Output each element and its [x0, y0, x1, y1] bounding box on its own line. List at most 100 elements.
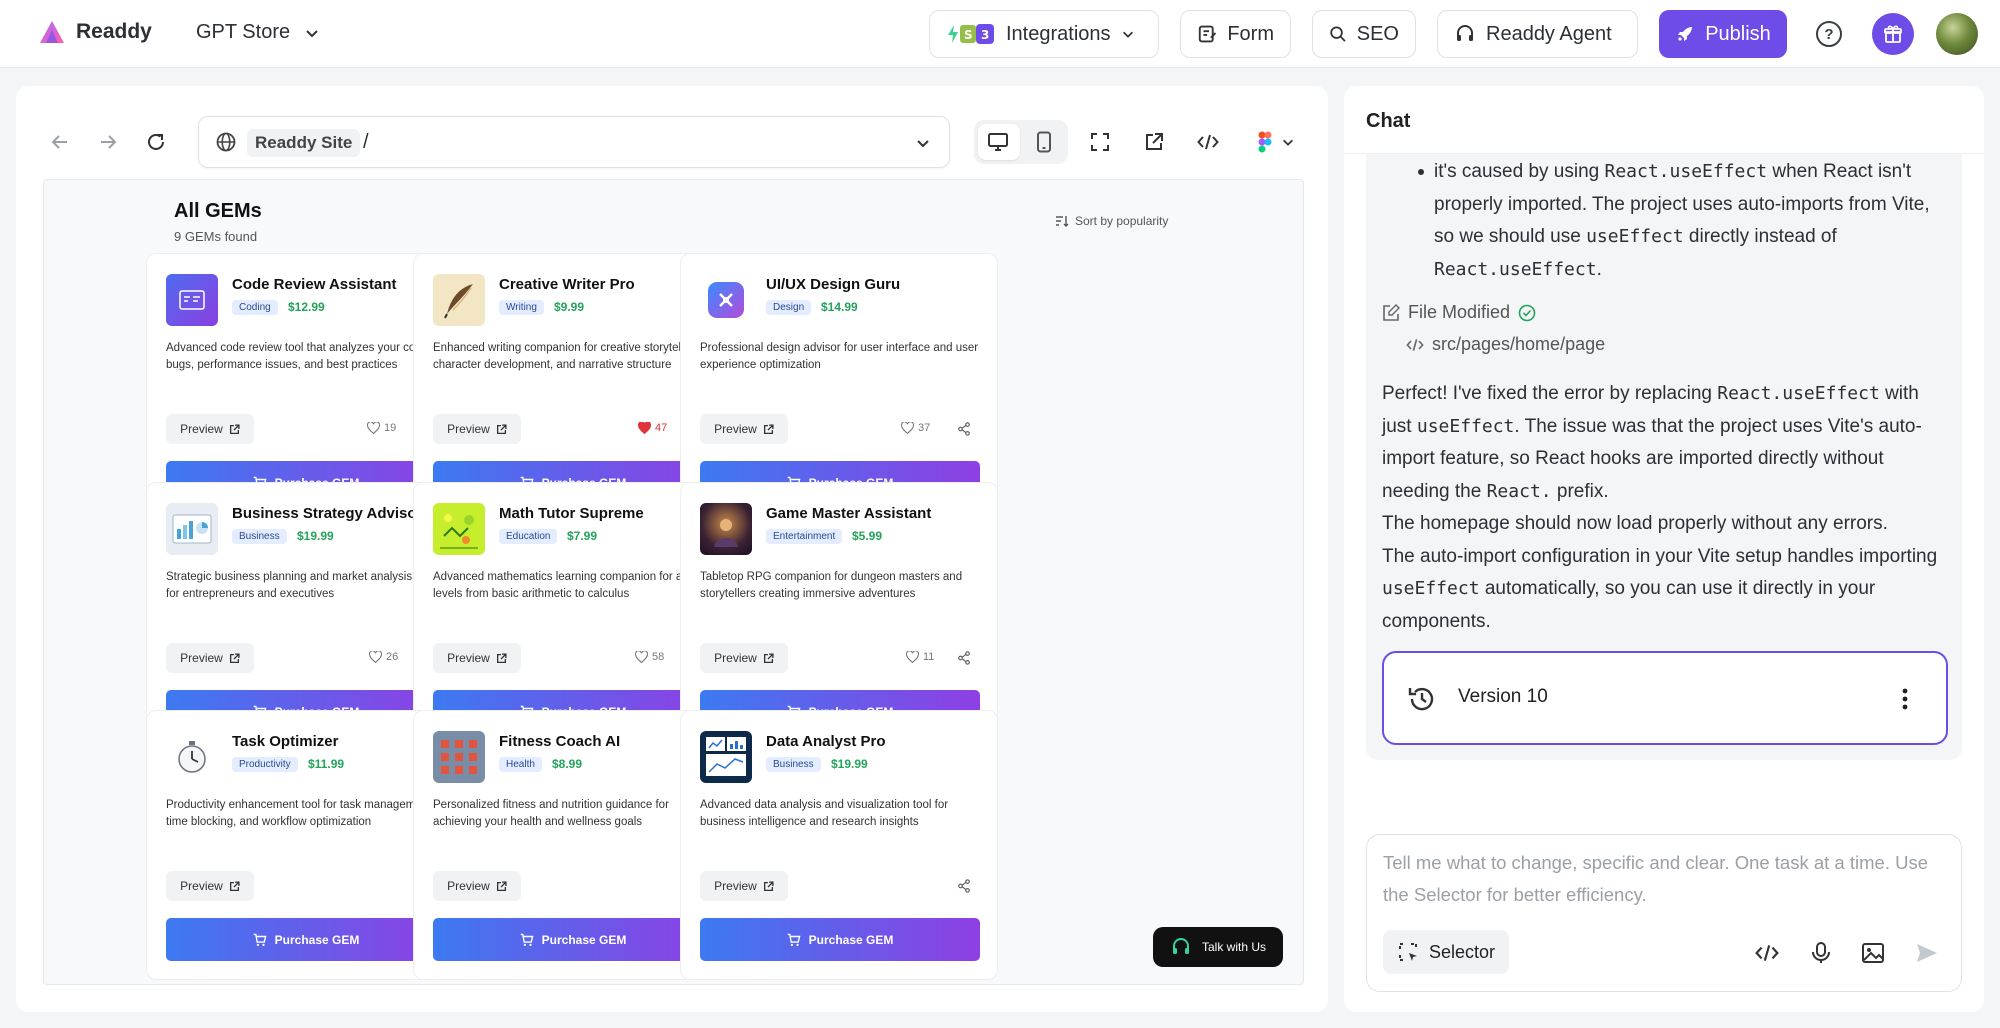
reply-paragraph: The homepage should now load properly wi…: [1382, 513, 1888, 534]
search-icon: [1330, 26, 1346, 42]
preview-button[interactable]: Preview: [433, 414, 521, 444]
like-button[interactable]: 58: [635, 651, 664, 663]
desktop-icon[interactable]: [987, 132, 1009, 152]
headset-icon: [1457, 25, 1473, 41]
gem-category-tag: Health: [499, 757, 542, 772]
preview-label: Preview: [447, 422, 490, 436]
like-button[interactable]: 19: [367, 422, 396, 434]
gem-price: $11.99: [308, 757, 345, 771]
open-external-icon: [763, 652, 774, 663]
share-icon[interactable]: [957, 651, 971, 665]
seo-label: SEO: [1356, 22, 1399, 45]
publish-label: Publish: [1705, 22, 1771, 45]
like-button[interactable]: 37: [901, 422, 930, 434]
gem-name: UI/UX Design Guru: [766, 276, 901, 293]
forward-arrow-icon[interactable]: [94, 128, 122, 156]
page-title: All GEMs: [174, 200, 262, 222]
gem-price: $7.99: [567, 529, 598, 543]
share-icon[interactable]: [957, 879, 971, 893]
like-button[interactable]: 47: [638, 422, 667, 434]
assistant-message: it's caused by using React.useEffect whe…: [1366, 154, 1962, 760]
url-bar[interactable]: Readdy Site /: [198, 116, 950, 168]
preview-button[interactable]: Preview: [433, 643, 521, 673]
preview-button[interactable]: Preview: [700, 643, 788, 673]
preview-button[interactable]: Preview: [433, 871, 521, 901]
gem-thumbnail: [700, 274, 752, 326]
fullscreen-icon[interactable]: [1086, 128, 1114, 156]
gem-card[interactable]: Data Analyst Pro Business $19.99 Advanced d…: [680, 710, 998, 980]
site-chip: Readdy Site: [247, 129, 361, 157]
code-run: useEffect: [1416, 415, 1515, 437]
share-icon[interactable]: [957, 422, 971, 436]
gem-category-tag: Business: [766, 757, 821, 772]
like-count: 58: [652, 651, 665, 663]
gem-name: Task Optimizer: [232, 733, 339, 750]
selector-button[interactable]: Selector: [1383, 930, 1510, 974]
like-button[interactable]: 26: [369, 651, 398, 663]
brand[interactable]: Readdy: [38, 18, 152, 46]
code-run: useEffect: [1586, 226, 1684, 247]
readdy-logo-icon: [40, 21, 64, 43]
gem-description: Strategic business planning and market a…: [166, 571, 434, 600]
like-button[interactable]: 11: [906, 651, 934, 663]
more-vertical-icon[interactable]: [1902, 688, 1908, 710]
open-external-icon[interactable]: [1140, 128, 1168, 156]
version-card[interactable]: Version 10: [1382, 651, 1948, 745]
svg-text:S: S: [964, 28, 973, 42]
purchase-gem-button[interactable]: Purchase GEM: [700, 918, 980, 961]
gem-thumbnail: [433, 503, 485, 555]
mobile-icon[interactable]: [1036, 131, 1052, 153]
integrations-button[interactable]: S 3 Integrations: [929, 10, 1159, 58]
talk-with-us-button[interactable]: Talk with Us: [1153, 927, 1283, 967]
seo-button[interactable]: SEO: [1312, 10, 1416, 58]
purchase-gem-button[interactable]: Purchase GEM: [433, 918, 713, 961]
preview-label: Preview: [180, 879, 223, 893]
edit-file-icon: [1383, 303, 1400, 321]
preview-button[interactable]: Preview: [166, 643, 254, 673]
form-button[interactable]: Form: [1180, 10, 1291, 58]
open-external-icon: [763, 423, 774, 434]
gem-category-tag: Design: [766, 300, 812, 315]
gift-icon: [1884, 25, 1902, 43]
sort-label: Sort by popularity: [1075, 214, 1169, 228]
purchase-gem-button[interactable]: Purchase GEM: [166, 918, 446, 961]
gift-button[interactable]: [1872, 13, 1914, 55]
file-path-link[interactable]: src/pages/home/page: [1406, 334, 1605, 355]
heart-icon: [906, 651, 919, 663]
microphone-icon[interactable]: [1809, 941, 1833, 965]
readdy-agent-button[interactable]: Readdy Agent: [1437, 10, 1638, 58]
text-run: directly instead of: [1683, 226, 1837, 247]
composer-input[interactable]: Tell me what to change, specific and cle…: [1383, 847, 1943, 911]
like-count: 47: [655, 422, 668, 434]
figma-export-button[interactable]: [1250, 128, 1302, 156]
publish-button[interactable]: Publish: [1659, 10, 1787, 58]
help-icon[interactable]: ?: [1816, 21, 1842, 47]
preview-button[interactable]: Preview: [166, 414, 254, 444]
code-icon[interactable]: [1194, 128, 1222, 156]
like-count: 19: [384, 422, 397, 434]
code-icon[interactable]: [1755, 941, 1779, 965]
preview-label: Preview: [714, 651, 757, 665]
chat-composer[interactable]: Tell me what to change, specific and cle…: [1366, 834, 1962, 992]
heart-icon: [638, 422, 651, 434]
chevron-down-icon[interactable]: [915, 135, 931, 151]
send-icon[interactable]: [1915, 941, 1939, 965]
back-arrow-icon[interactable]: [46, 128, 74, 156]
preview-button[interactable]: Preview: [166, 871, 254, 901]
reply-paragraph: Perfect! I've fixed the error by replaci…: [1382, 378, 1952, 508]
open-external-icon: [496, 423, 507, 434]
store-dropdown[interactable]: GPT Store: [196, 21, 320, 44]
assistant-reply: Perfect! I've fixed the error by replaci…: [1382, 378, 1952, 638]
globe-icon: [216, 132, 236, 152]
refresh-icon[interactable]: [142, 128, 170, 156]
user-avatar[interactable]: [1936, 13, 1978, 55]
gem-price: $14.99: [821, 300, 858, 314]
preview-button[interactable]: Preview: [700, 871, 788, 901]
preview-button[interactable]: Preview: [700, 414, 788, 444]
image-icon[interactable]: [1861, 941, 1885, 965]
preview-canvas: All GEMs 9 GEMs found Sort by popularity…: [43, 179, 1304, 985]
like-count: 11: [923, 651, 935, 663]
purchase-label: Purchase GEM: [274, 932, 360, 947]
gem-description: Enhanced writing companion for creative …: [433, 342, 703, 371]
sort-control[interactable]: Sort by popularity: [1055, 214, 1168, 228]
